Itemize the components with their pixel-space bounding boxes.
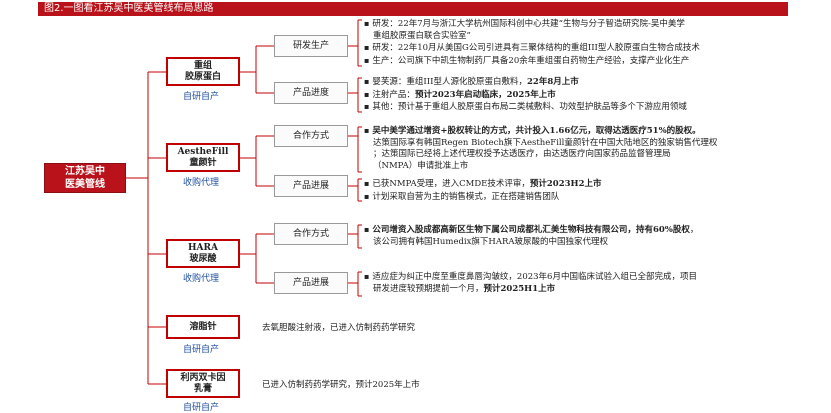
product-collagen-name-2: 胶原蛋白 xyxy=(184,71,221,82)
aesthefill-coop-l3: ；达策国际已经将上述代理权授予达透医疗，由达透医疗向国家药品监督管理局 xyxy=(373,149,671,159)
collagen-rd-line-2: 重组胶原蛋白联合实验室” xyxy=(373,30,471,41)
aesthefill-progress-desc: 已获NMPA受理，进入CMDE技术评审，预计2023H2上市 计划采取自营为主的… xyxy=(364,178,601,203)
aesthefill-coop-desc: 吴中美学通过增资+股权转让的方式，共计投入1.66亿元，取得达透医疗51%的股权… xyxy=(364,125,717,172)
collagen-progress-l2b: 预计2023年启动临床，2025年上市 xyxy=(414,89,556,100)
product-lidocaine-name-1: 利丙双卡因 xyxy=(180,372,226,383)
collagen-rd-desc: 研发：22年7月与浙江大学杭州国际科创中心共建“生物与分子智造研究院-吴中美学 … xyxy=(364,18,700,67)
fat-dissolve-desc: 去氧胆酸注射液，已进入仿制药药学研究 xyxy=(262,323,416,333)
collagen-progress-l2a: 注射产品： xyxy=(372,89,415,100)
lidocaine-desc: 已进入仿制药药学研究，预计2025年上市 xyxy=(262,380,420,390)
hara-coop-l1c: ， xyxy=(689,225,699,235)
collagen-progress-l3: 其他：预计基于重组人胶原蛋白布局二类械敷料、功效型护肤品等多个下游应用领域 xyxy=(364,101,687,114)
aesthefill-coop-l4: （NMPA）申请批准上市 xyxy=(373,160,469,171)
product-fat-dissolve-name: 溶脂针 xyxy=(189,321,217,332)
collagen-progress-label: 产品进度 xyxy=(274,82,348,104)
product-hara-node: HARA 玻尿酸 xyxy=(166,239,240,268)
collagen-rd-line-4: 生产：公司旗下中凯生物制药厂具备20余年重组蛋白药物生产经验，支撑产业化生产 xyxy=(364,55,700,68)
hara-coop-desc: 公司增资入股成都高新区生物下属公司成都礼汇美生物科技有限公司，持有60%股权， … xyxy=(364,224,698,248)
hara-progress-l1: 适应症为纠正中度至重度鼻唇沟皱纹，2023年6月中国临床试验入组已全部完成，项目 xyxy=(364,271,697,284)
product-lidocaine-tag: 自研自产 xyxy=(183,403,220,413)
hara-progress-l2a: 研发进度较预期提前一个月， xyxy=(373,283,484,294)
hara-progress-label: 产品进展 xyxy=(274,272,348,294)
product-collagen-name-1: 重组 xyxy=(193,60,212,71)
root-label-line2: 医美管线 xyxy=(65,179,105,190)
hara-coop-l1a: 公司增资入股成都高新区生物下属公司成都礼汇美生物科技有限公司， xyxy=(372,225,636,235)
hara-progress-desc: 适应症为纠正中度至重度鼻唇沟皱纹，2023年6月中国临床试验入组已全部完成，项目… xyxy=(364,271,697,295)
hara-coop-label: 合作方式 xyxy=(274,223,348,245)
product-fat-dissolve-tag: 自研自产 xyxy=(183,345,220,355)
product-aesthefill-name-1: AestheFill xyxy=(177,146,229,157)
aesthefill-coop-l2: 达策国际享有韩国Regen Biotech旗下AestheFill童颜针在中国大… xyxy=(373,137,718,148)
aesthefill-coop-label: 合作方式 xyxy=(274,125,348,147)
collagen-progress-desc: 婴芙源：重组III型人源化胶原蛋白敷料，22年8月上市 注射产品：预计2023年… xyxy=(364,76,687,114)
product-fat-dissolve-node: 溶脂针 xyxy=(166,315,240,339)
product-collagen-node: 重组 胶原蛋白 xyxy=(166,57,240,86)
collagen-rd-line-3: 研发：22年10月从美国G公司引进具有三聚体结构的重组III型人胶原蛋白生物合成… xyxy=(364,42,700,55)
product-aesthefill-node: AestheFill 童颜针 xyxy=(166,143,240,172)
aesthefill-coop-l1: 吴中美学通过增资+股权转让的方式，共计投入1.66亿元，取得达透医疗51%的股权… xyxy=(364,125,717,138)
product-aesthefill-name-2: 童颜针 xyxy=(189,157,217,168)
product-lidocaine-node: 利丙双卡因 乳膏 xyxy=(166,369,240,398)
hara-progress-l2b: 预计2025H1上市 xyxy=(483,283,556,294)
collagen-progress-l1a: 婴芙源：重组III型人源化胶原蛋白敷料， xyxy=(372,77,527,87)
root-label-line1: 江苏吴中 xyxy=(65,166,105,177)
collagen-rd-label: 研发生产 xyxy=(274,35,348,57)
collagen-progress-l1b: 22年8月上市 xyxy=(527,77,579,87)
product-hara-name-2: 玻尿酸 xyxy=(189,253,217,264)
root-node: 江苏吴中 医美管线 xyxy=(44,163,126,193)
aesthefill-progress-l1a: 已获NMPA受理，进入CMDE技术评审， xyxy=(372,179,530,189)
collagen-rd-line-1: 研发：22年7月与浙江大学杭州国际科创中心共建“生物与分子智造研究院-吴中美学 xyxy=(364,18,700,31)
product-collagen-tag: 自研自产 xyxy=(183,92,220,102)
product-aesthefill-tag: 收购代理 xyxy=(183,178,220,188)
hara-coop-l2: 该公司拥有韩国Humedix旗下HARA玻尿酸的中国独家代理权 xyxy=(373,236,609,247)
product-hara-tag: 收购代理 xyxy=(183,274,220,284)
product-hara-name-1: HARA xyxy=(188,242,218,253)
hara-coop-l1b: 持有60%股权 xyxy=(635,225,690,235)
aesthefill-progress-l2: 计划采取自营为主的销售模式，正在搭建销售团队 xyxy=(364,191,601,204)
product-lidocaine-name-2: 乳膏 xyxy=(193,383,212,394)
aesthefill-progress-l1b: 预计2023H2上市 xyxy=(529,179,602,189)
aesthefill-progress-label: 产品进展 xyxy=(274,175,348,197)
